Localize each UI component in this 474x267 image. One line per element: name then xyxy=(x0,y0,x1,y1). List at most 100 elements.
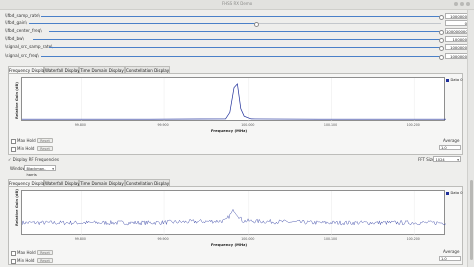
x-tick-label: 99.900 xyxy=(157,123,169,127)
param-slider-handle[interactable] xyxy=(439,46,444,51)
legend-swatch xyxy=(446,78,449,82)
x-tick-label: 99.800 xyxy=(74,123,86,127)
param-slider-fill xyxy=(29,23,256,24)
param-label: \ifbd_center_freq\ xyxy=(5,28,42,33)
param-label: \ifbd_bw\ xyxy=(5,36,24,41)
chevron-down-icon: ▾ xyxy=(457,158,459,162)
average-label: Average xyxy=(443,249,460,254)
bottom-tab-bar: Frequency Display Waterfall Display Time… xyxy=(8,179,208,186)
param-slider-handle[interactable] xyxy=(253,22,259,27)
max-hold-checkbox[interactable] xyxy=(11,251,16,256)
legend: Data 0 xyxy=(446,78,463,82)
tab-time-domain-display[interactable]: Time Domain Display xyxy=(79,66,125,73)
legend-swatch xyxy=(446,191,449,195)
max-hold-reset-button[interactable]: Reset xyxy=(37,138,53,143)
scrollbar-thumb[interactable] xyxy=(469,180,473,260)
param-row: \ifbd_samp_rate\ 1000000 xyxy=(5,13,469,20)
min-hold-checkbox[interactable] xyxy=(11,147,16,152)
param-slider[interactable] xyxy=(33,38,444,43)
min-hold-reset-button[interactable]: Reset xyxy=(37,146,53,151)
max-hold-reset-button[interactable]: Reset xyxy=(37,250,53,255)
tab-frequency-display[interactable]: Frequency Display xyxy=(8,66,47,73)
frequency-display-panel-top: Relative Gain (dB) 99.800 99.900 100.000 10… xyxy=(8,73,463,155)
param-slider-fill xyxy=(33,39,441,40)
tab-constellation-display[interactable]: Constellation Display xyxy=(125,66,170,73)
tab-waterfall-display[interactable]: Waterfall Display xyxy=(44,66,80,73)
param-row: \signal_src_samp_rate\ 1000000 xyxy=(5,44,469,51)
average-label: Average xyxy=(443,138,460,143)
min-hold-label: Min Hold xyxy=(17,146,35,151)
param-value-field[interactable]: 100000000 xyxy=(445,28,469,34)
average-spinbox[interactable]: 1.0 xyxy=(439,256,461,261)
param-value-field[interactable]: 1000000 xyxy=(445,44,469,50)
top-tab-bar: Frequency Display Waterfall Display Time… xyxy=(8,66,208,73)
param-slider-fill xyxy=(49,31,441,32)
window-combo-value: Blackman-harris xyxy=(26,167,46,177)
x-tick-label: 100.100 xyxy=(323,123,338,127)
x-axis-label: Frequency (MHz) xyxy=(210,128,248,133)
param-value-field[interactable]: 1000000 xyxy=(445,53,469,59)
x-tick-label: 100.200 xyxy=(406,123,420,127)
average-spinbox[interactable]: 1.0 xyxy=(439,145,461,150)
max-hold-label: Max Hold xyxy=(17,250,36,255)
close-icon[interactable] xyxy=(466,2,470,6)
param-slider-handle[interactable] xyxy=(439,38,444,43)
param-value-field[interactable]: 100000 xyxy=(445,36,469,42)
param-slider[interactable] xyxy=(41,15,444,20)
fft-size-combo[interactable]: 1024 ▾ xyxy=(433,156,461,162)
tab-time-domain-display[interactable]: Time Domain Display xyxy=(79,179,125,186)
param-row: \ifbd_bw\ 100000 xyxy=(5,36,469,43)
frequency-plot-top[interactable] xyxy=(21,77,446,122)
param-slider-fill xyxy=(41,16,441,17)
window-combo[interactable]: Blackman-harris ▾ xyxy=(24,165,56,177)
series-line-data-0 xyxy=(22,208,446,226)
param-slider[interactable] xyxy=(49,30,444,35)
param-slider-handle[interactable] xyxy=(439,30,444,35)
x-tick-label: 100.000 xyxy=(241,123,255,127)
param-row: \ifbd_gain\ 0 xyxy=(5,20,469,27)
tab-waterfall-display[interactable]: Waterfall Display xyxy=(44,179,80,186)
fft-size-value: 1024 xyxy=(435,158,445,162)
param-value-field[interactable]: 0 xyxy=(445,20,469,26)
tab-constellation-display[interactable]: Constellation Display xyxy=(125,179,170,186)
x-tick-label: 99.800 xyxy=(74,237,86,241)
x-tick-label: 100.000 xyxy=(241,237,255,241)
frequency-plot-top-svg xyxy=(22,78,446,122)
param-slider[interactable] xyxy=(41,55,444,60)
maximize-icon[interactable] xyxy=(460,2,464,6)
window-title: FHSS RX Demo xyxy=(221,1,253,6)
series-line-data-0 xyxy=(22,83,446,120)
window-titlebar: FHSS RX Demo xyxy=(0,0,474,10)
display-rf-row: ✓ Display RF Frequencies xyxy=(8,157,59,162)
param-slider[interactable] xyxy=(49,46,444,51)
vertical-scrollbar[interactable] xyxy=(467,10,474,267)
param-label: \signal_src_freq\ xyxy=(5,53,39,58)
param-slider-fill xyxy=(41,56,441,57)
param-slider[interactable] xyxy=(29,22,441,27)
param-label: \ifbd_samp_rate\ xyxy=(5,13,40,18)
min-hold-checkbox[interactable] xyxy=(11,259,16,264)
legend: Data 0 xyxy=(446,191,463,195)
param-row: \signal_src_freq\ 1000000 xyxy=(5,53,469,60)
x-tick-label: 99.900 xyxy=(157,237,169,241)
param-label: \signal_src_samp_rate\ xyxy=(5,44,53,49)
param-slider-handle[interactable] xyxy=(439,55,444,60)
display-rf-checkmark-icon[interactable]: ✓ xyxy=(8,157,11,162)
param-slider-fill xyxy=(49,47,441,48)
param-row: \ifbd_center_freq\ 100000000 xyxy=(5,28,469,35)
legend-label: Data 0 xyxy=(450,191,463,195)
x-axis-label: Frequency (MHz) xyxy=(210,242,248,247)
min-hold-label: Min Hold xyxy=(17,258,35,263)
y-axis-label: Relative Gain (dB) xyxy=(15,82,19,119)
tab-frequency-display[interactable]: Frequency Display xyxy=(8,179,47,186)
param-label: \ifbd_gain\ xyxy=(5,20,27,25)
frequency-display-panel-bottom: Relative Gain (dB) 99.800 99.900 100.000 10… xyxy=(8,186,463,265)
frequency-plot-bottom[interactable] xyxy=(21,190,446,236)
y-axis-label: Relative Gain (dB) xyxy=(15,189,19,226)
fft-size-label: FFT Size xyxy=(418,157,435,162)
chevron-down-icon: ▾ xyxy=(52,167,54,171)
max-hold-checkbox[interactable] xyxy=(11,139,16,144)
param-value-field[interactable]: 1000000 xyxy=(445,13,469,19)
minimize-icon[interactable] xyxy=(454,2,458,6)
min-hold-reset-button[interactable]: Reset xyxy=(37,258,53,263)
